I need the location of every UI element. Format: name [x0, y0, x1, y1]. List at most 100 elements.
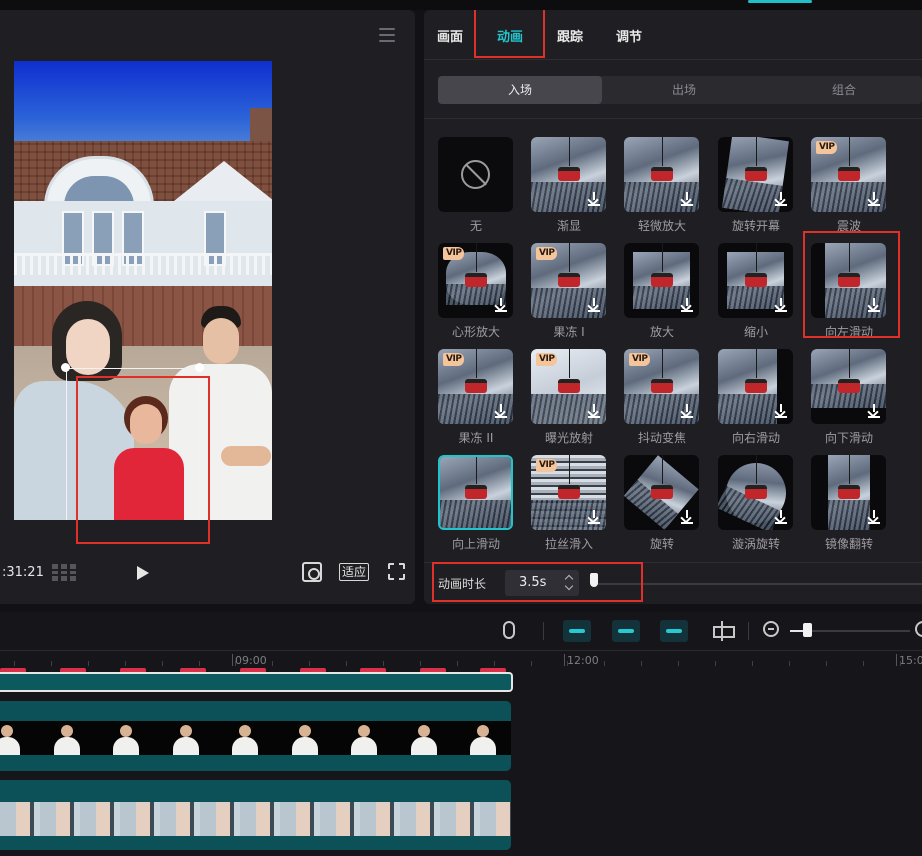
animation-thumbnail[interactable] — [438, 455, 513, 530]
animation-item[interactable]: 放大 — [624, 243, 700, 343]
clip-frame — [171, 721, 201, 755]
gable — [174, 161, 272, 201]
resize-handle[interactable] — [195, 363, 204, 372]
download-icon[interactable] — [495, 404, 507, 418]
man-video-clip[interactable] — [0, 701, 511, 771]
zoom-in-icon[interactable] — [915, 621, 922, 637]
download-icon[interactable] — [775, 298, 787, 312]
gondola-car — [464, 273, 487, 287]
download-icon[interactable] — [588, 510, 600, 524]
download-icon[interactable] — [681, 298, 693, 312]
animation-type-tabs: 入场 出场 组合 — [438, 76, 922, 104]
tab-picture[interactable]: 画面 — [437, 26, 463, 45]
animation-thumbnail[interactable] — [718, 243, 793, 318]
grid-icon[interactable] — [52, 564, 78, 581]
download-icon[interactable] — [681, 404, 693, 418]
subtab-in[interactable]: 入场 — [438, 76, 602, 104]
animation-item[interactable]: VIP 拉丝滑入 — [531, 455, 607, 555]
animation-item[interactable]: VIP 震波 — [811, 137, 887, 237]
vip-badge: VIP — [536, 247, 558, 260]
animation-thumbnail[interactable] — [531, 137, 606, 212]
animation-label: 渐显 — [556, 219, 581, 233]
animation-item[interactable]: 镜像翻转 — [811, 455, 887, 555]
animation-item[interactable]: VIP 曝光放射 — [531, 349, 607, 449]
timeline-ruler[interactable]: 09:00 12:00 15:0 — [0, 650, 922, 668]
animation-thumbnail[interactable] — [438, 137, 513, 212]
animation-thumbnail[interactable]: VIP — [438, 349, 513, 424]
duration-slider[interactable] — [594, 583, 922, 585]
download-icon[interactable] — [681, 510, 693, 524]
animation-item[interactable]: VIP 果冻 I — [531, 243, 607, 343]
download-icon[interactable] — [495, 298, 507, 312]
linkage-icon[interactable] — [660, 620, 688, 642]
zoom-slider-knob[interactable] — [803, 623, 812, 637]
animation-label: 向上滑动 — [451, 537, 500, 551]
fullscreen-icon[interactable] — [388, 563, 405, 580]
microphone-icon[interactable] — [503, 621, 515, 639]
animation-item[interactable]: 缩小 — [718, 243, 794, 343]
vip-badge: VIP — [536, 459, 558, 472]
fit-button[interactable]: 适应 — [339, 563, 370, 581]
animation-thumbnail[interactable]: VIP — [531, 349, 606, 424]
download-icon[interactable] — [681, 192, 693, 206]
animation-thumbnail[interactable] — [624, 243, 699, 318]
link-main-track-icon[interactable] — [563, 620, 591, 642]
focus-icon[interactable] — [302, 562, 322, 582]
girl-video-clip[interactable] — [0, 780, 511, 850]
subtab-combo[interactable]: 组合 — [766, 76, 922, 104]
editor-window: :31:21 适应 画面 动画 跟踪 调节 入场 出场 组合 无渐显 轻微放大 旋转… — [0, 0, 922, 856]
play-icon[interactable] — [137, 566, 149, 580]
animation-thumbnail[interactable] — [718, 455, 793, 530]
animation-item[interactable]: 向下滑动 — [811, 349, 887, 449]
download-icon[interactable] — [775, 404, 787, 418]
animation-thumbnail[interactable] — [718, 137, 793, 212]
animation-item[interactable]: 无 — [438, 137, 514, 237]
selected-clip[interactable] — [0, 672, 513, 692]
animation-item[interactable]: 轻微放大 — [624, 137, 700, 237]
tab-tracking[interactable]: 跟踪 — [557, 26, 583, 45]
export-pill[interactable] — [748, 0, 812, 3]
animation-item[interactable]: 向右滑动 — [718, 349, 794, 449]
animation-thumbnail[interactable]: VIP — [531, 243, 606, 318]
animation-item[interactable]: VIP 心形放大 — [438, 243, 514, 343]
highlight-box — [76, 376, 210, 544]
subtab-out[interactable]: 出场 — [602, 76, 766, 104]
tab-adjust[interactable]: 调节 — [616, 26, 642, 45]
animation-thumbnail[interactable] — [624, 137, 699, 212]
animation-item[interactable]: VIP 果冻 II — [438, 349, 514, 449]
download-icon[interactable] — [775, 192, 787, 206]
download-icon[interactable] — [588, 192, 600, 206]
animation-item[interactable]: 旋转 — [624, 455, 700, 555]
animation-label: 向下滑动 — [824, 431, 873, 445]
animation-thumbnail[interactable] — [811, 349, 886, 424]
vip-badge: VIP — [816, 141, 838, 154]
title-strip — [0, 0, 922, 10]
animation-item[interactable]: 旋转开幕 — [718, 137, 794, 237]
ruler-label: 09:00 — [235, 654, 267, 667]
download-icon[interactable] — [868, 404, 880, 418]
download-icon[interactable] — [588, 298, 600, 312]
gondola-car — [837, 379, 860, 393]
animation-item[interactable]: 向上滑动 — [438, 455, 514, 555]
clip-frame — [230, 721, 260, 755]
resize-handle[interactable] — [61, 363, 70, 372]
animation-thumbnail[interactable] — [624, 455, 699, 530]
animation-item[interactable]: 漩涡旋转 — [718, 455, 794, 555]
download-icon[interactable] — [588, 404, 600, 418]
zoom-out-icon[interactable] — [763, 621, 779, 637]
split-icon[interactable] — [712, 621, 735, 641]
animation-thumbnail[interactable]: VIP — [531, 455, 606, 530]
player-controls: :31:21 适应 — [0, 558, 415, 588]
download-icon[interactable] — [868, 192, 880, 206]
animation-item[interactable]: 渐显 — [531, 137, 607, 237]
animation-thumbnail[interactable]: VIP — [811, 137, 886, 212]
animation-thumbnail[interactable] — [811, 455, 886, 530]
animation-thumbnail[interactable]: VIP — [438, 243, 513, 318]
animation-thumbnail[interactable]: VIP — [624, 349, 699, 424]
menu-icon[interactable] — [379, 28, 395, 42]
animation-item[interactable]: VIP 抖动变焦 — [624, 349, 700, 449]
animation-thumbnail[interactable] — [718, 349, 793, 424]
download-icon[interactable] — [868, 510, 880, 524]
snap-icon[interactable] — [612, 620, 640, 642]
download-icon[interactable] — [775, 510, 787, 524]
